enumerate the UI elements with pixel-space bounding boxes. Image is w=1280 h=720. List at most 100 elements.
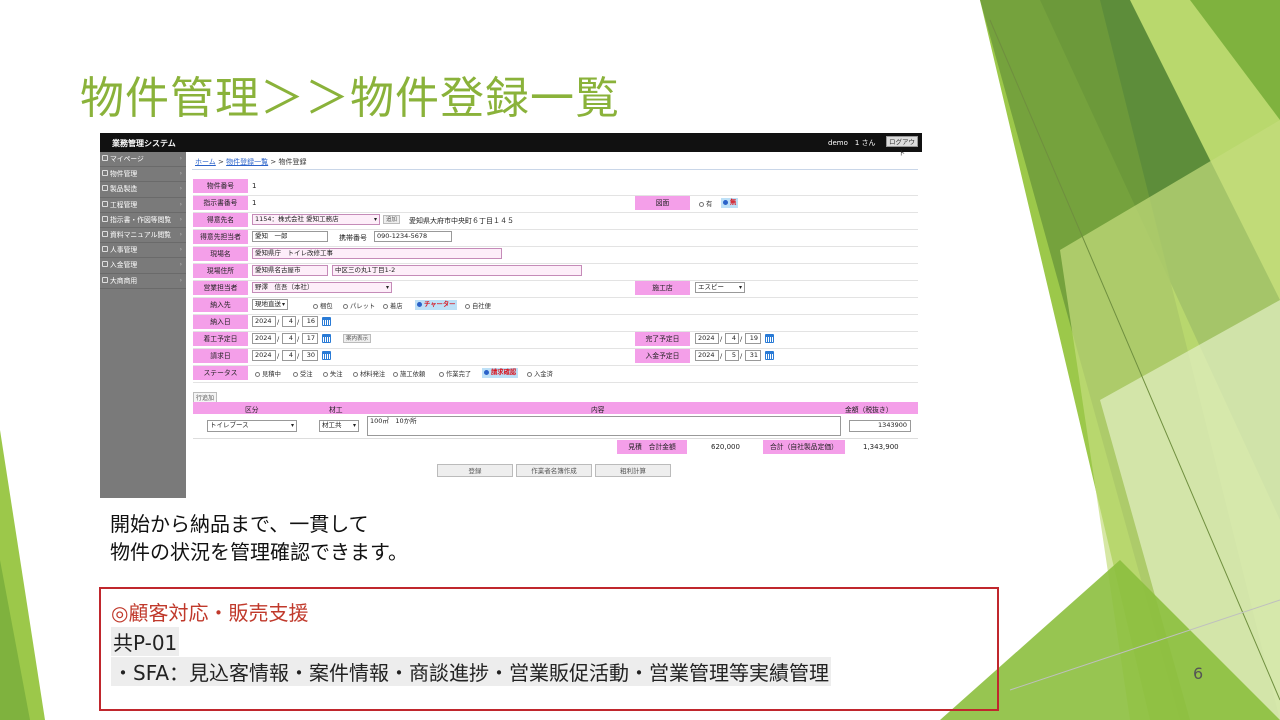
top-bar: 業務管理システム demo 1 さん ログアウト [100,133,922,157]
worker-list-button[interactable]: 作業者名簿作成 [516,464,592,477]
delivery-month-input[interactable]: 4 [282,316,296,327]
row-contact: 得意先担当者 愛知 一郎 携帯番号 090-1234-5678 [193,229,918,247]
delivery-day-input[interactable]: 16 [302,316,318,327]
payment-month-input[interactable]: 5 [725,350,739,361]
breadcrumb-current: 物件登録 [278,158,307,166]
drawing-option-yes[interactable]: 有 [699,199,712,208]
start-month-input[interactable]: 4 [282,333,296,344]
row-client: 得意先名 1154：株式会社 愛知工務店 追加 愛知県大府市中央町６丁目１４５ [193,212,918,230]
callout-heading: ◎顧客対応・販売支援 [111,601,309,625]
estimate-total-label: 見積 合計金額 [617,440,687,454]
breadcrumb-home[interactable]: ホーム [195,158,216,166]
callout-code: 共P-01 [111,627,180,656]
delivery-option[interactable]: 着店 [383,301,403,310]
client-add-button[interactable]: 追加 [383,215,401,224]
slide-caption: 開始から納品まで、一貫して 物件の状況を管理確認できます。 [110,510,408,566]
sidebar-item-commerce[interactable]: 大商商用 › [100,274,186,289]
row-property-no: 物件番号 1 [193,178,918,196]
instruction-no-label: 指示書番号 [193,196,248,210]
finish-month-input[interactable]: 4 [725,333,739,344]
calendar-icon[interactable] [322,351,331,360]
status-option[interactable]: 入金済 [527,369,553,378]
delivery-year-input[interactable]: 2024 [252,316,276,327]
breadcrumb-list[interactable]: 物件登録一覧 [226,158,268,166]
slide-title: 物件管理＞＞物件登録一覧 [80,73,620,124]
callout-description: ・SFA：見込客情報・案件情報・商談進捗・営業販促活動・営業管理等実績管理 [111,657,832,686]
finish-date-label: 完了予定日 [635,332,690,346]
row-delivery-date: 納入日 2024 / 4 / 16 [193,314,918,332]
delivery-select[interactable]: 現地直送 [252,299,288,310]
payment-date-label: 入金予定日 [635,349,690,363]
billing-year-input[interactable]: 2024 [252,350,276,361]
delivery-option[interactable]: 梱包 [313,301,333,310]
material-select[interactable]: 材工共 [319,420,359,432]
page-icon [102,276,108,283]
page-icon [102,215,108,222]
system-name: 業務管理システム [112,139,176,148]
delivery-option[interactable]: パレット [343,301,375,310]
chevron-right-icon: › [179,230,182,238]
mobile-input[interactable]: 090-1234-5678 [374,231,452,242]
billing-month-input[interactable]: 4 [282,350,296,361]
grand-total-label: 合計（自社製品定価） [763,440,845,454]
status-option[interactable]: 受注 [293,369,313,378]
category-select[interactable]: トイレブース [207,420,297,432]
site-name-input[interactable]: 愛知県庁 トイレ改修工事 [252,248,502,259]
sidebar-item-mypage[interactable]: マイページ › [100,152,186,168]
sidebar-item-process[interactable]: 工程管理 › [100,198,186,213]
site-address-label: 現場住所 [193,264,248,278]
row-instruction-no: 指示書番号 1 図面 有 無 [193,195,918,213]
site-city-input[interactable]: 愛知県名古屋市 [252,265,328,276]
payment-day-input[interactable]: 31 [745,350,761,361]
status-option-selected[interactable]: 請求確認 [482,368,519,378]
client-address: 愛知県大府市中央町６丁目１４５ [409,217,514,225]
amount-input[interactable]: 1343900 [849,420,911,432]
start-day-input[interactable]: 17 [302,333,318,344]
mobile-label: 携帯番号 [339,234,367,242]
page-icon [102,200,108,207]
status-option[interactable]: 施工依頼 [393,369,425,378]
contractor-select[interactable]: エスピー [695,282,745,293]
drawing-label: 図面 [635,196,690,210]
sidebar-item-product[interactable]: 製品製造 › [100,182,186,198]
totals-row: 見積 合計金額 620,000 合計（自社製品定価） 1,343,900 [193,439,918,455]
status-option[interactable]: 材料発注 [353,369,385,378]
sidebar-item-hr[interactable]: 人事管理 › [100,243,186,259]
page-icon [102,155,108,161]
calendar-icon[interactable] [322,334,331,343]
grand-total-value: 1,343,900 [863,443,899,451]
payment-year-input[interactable]: 2024 [695,350,719,361]
billing-day-input[interactable]: 30 [302,350,318,361]
sidebar-item-instructions[interactable]: 指示書・作図等閲覧 › [100,213,186,228]
gross-profit-button[interactable]: 粗利計算 [595,464,671,477]
calendar-icon[interactable] [765,334,774,343]
client-select[interactable]: 1154：株式会社 愛知工務店 [252,214,380,225]
status-option[interactable]: 作業完了 [439,369,471,378]
contact-input[interactable]: 愛知 一郎 [252,231,328,242]
sidebar-item-property[interactable]: 物件管理 › [100,167,186,183]
delivery-date-label: 納入日 [193,315,248,329]
calendar-icon[interactable] [765,351,774,360]
content-textarea[interactable]: 100㎡ 10か所 [367,416,841,436]
finish-year-input[interactable]: 2024 [695,333,719,344]
status-option[interactable]: 見積中 [255,369,281,378]
billing-date-label: 請求日 [193,349,248,363]
drawing-option-no[interactable]: 無 [721,198,739,208]
start-info-button[interactable]: 案内表示 [343,334,372,343]
chevron-right-icon: › [179,215,182,223]
start-year-input[interactable]: 2024 [252,333,276,344]
status-option[interactable]: 失注 [323,369,343,378]
finish-day-input[interactable]: 19 [745,333,761,344]
site-address-input[interactable]: 中区三の丸1丁目1-2 [332,265,582,276]
row-sales: 営業担当者 野澤 信吾（本社） 施工店 エスピー [193,280,918,298]
logout-button[interactable]: ログアウト [886,136,918,157]
delivery-option-selected[interactable]: チャーター [415,300,458,310]
sidebar: マイページ › 物件管理 › 製品製造 › 工程管理 › 指示書・作図等閲覧 › 資料マニ… [100,152,186,498]
sidebar-item-manuals[interactable]: 資料マニュアル閲覧 › [100,228,186,244]
sales-select[interactable]: 野澤 信吾（本社） [252,282,392,293]
sidebar-item-payment[interactable]: 入金管理 › [100,258,186,274]
page-icon [102,230,108,237]
register-button[interactable]: 登録 [437,464,513,477]
delivery-option[interactable]: 自社便 [465,301,491,310]
calendar-icon[interactable] [322,317,331,326]
